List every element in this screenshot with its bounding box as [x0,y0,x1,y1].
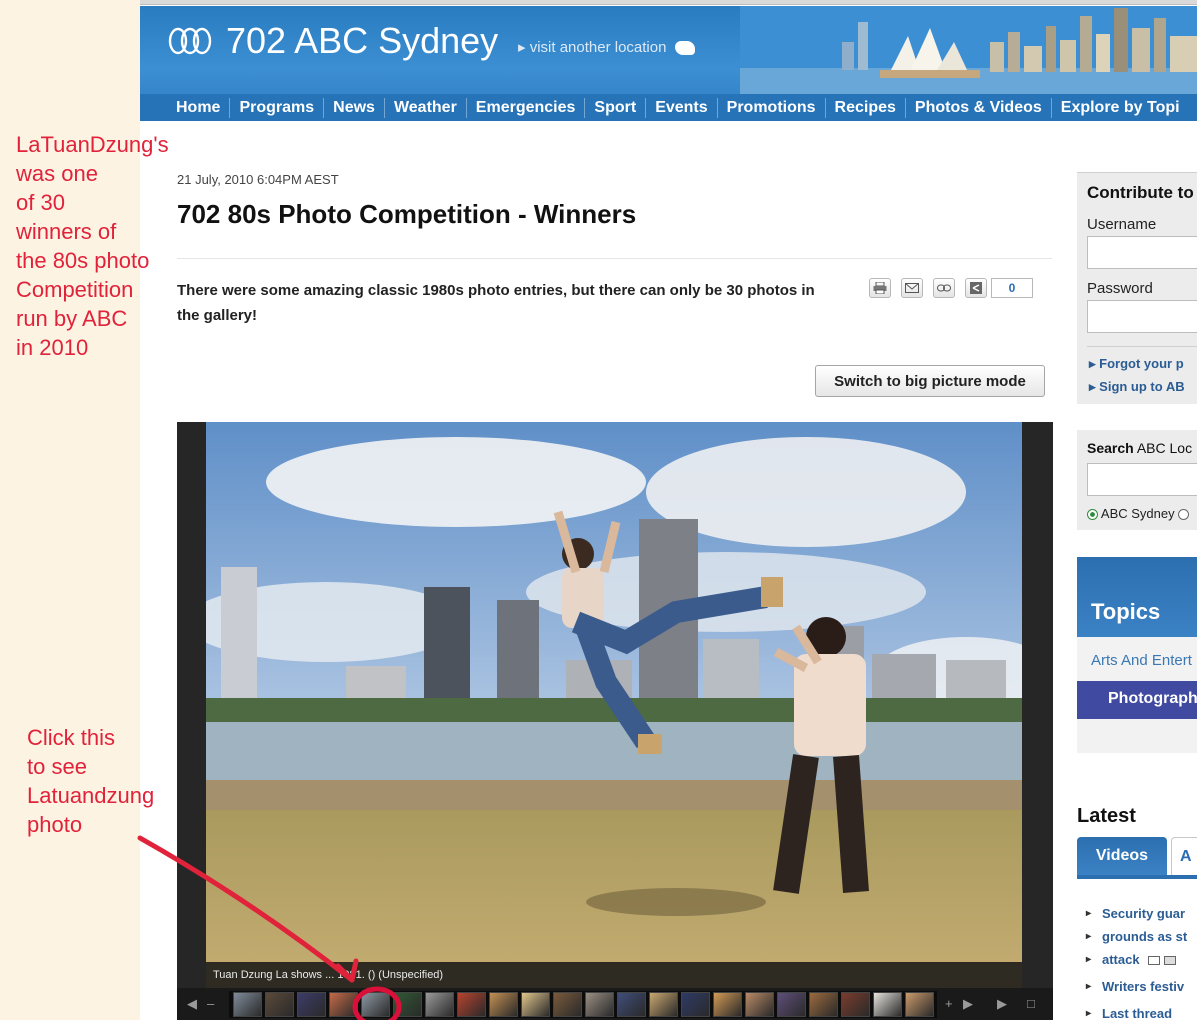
email-icon[interactable] [901,278,923,298]
gallery-thumbnail[interactable] [425,992,454,1017]
visit-location-label: visit another location [529,39,667,56]
search-scope-radio[interactable]: ABC Sydney [1087,506,1190,521]
nav-news[interactable]: News [324,97,385,118]
annotation-click-note: Click this to see Latuandzung photo [27,725,155,837]
login-title: Contribute to [1087,183,1194,202]
fullscreen-icon[interactable]: □ [1027,996,1035,1011]
gallery-thumbnail[interactable] [745,992,774,1017]
gallery-thumbnail[interactable] [841,992,870,1017]
gallery-thumbnail[interactable] [489,992,518,1017]
last-image-icon[interactable]: ▶ [963,996,973,1012]
triangle-bullet-icon: ▸ [1089,379,1096,394]
australia-map-icon [674,41,695,56]
login-panel: Contribute to Username Password ▸ Forgot… [1077,172,1197,404]
username-label: Username [1087,216,1157,233]
gallery-thumbnail[interactable] [681,992,710,1017]
print-icon[interactable] [869,278,891,298]
latest-item[interactable]: Last thread [1086,1002,1173,1020]
topics-header: Topics [1077,557,1197,637]
title-divider [177,258,1052,259]
big-picture-mode-button[interactable]: Switch to big picture mode [815,365,1045,397]
triangle-bullet-icon: ▸ [1089,356,1096,371]
search-panel: Search ABC Loc ABC Sydney [1077,430,1197,530]
tab-videos[interactable]: Videos [1077,837,1167,875]
topics-title: Topics [1091,599,1161,624]
search-title: Search ABC Loc [1087,440,1192,456]
gallery-thumbnail[interactable] [585,992,614,1017]
nav-explore-by-topic[interactable]: Explore by Topi [1052,98,1189,118]
article-date: 21 July, 2010 6:04PM AEST [177,172,339,187]
gallery-thumbnail[interactable] [553,992,582,1017]
nav-recipes[interactable]: Recipes [826,97,906,118]
radio-selected-icon[interactable] [1087,509,1098,521]
gallery-thumbnail[interactable] [809,992,838,1017]
forgot-password-label: Forgot your p [1099,356,1184,371]
video-icon [1163,956,1176,966]
latest-item-label: grounds as st [1102,929,1188,944]
latest-item-label: attack [1102,952,1140,967]
sign-up-label: Sign up to AB [1099,379,1185,394]
username-input[interactable] [1087,236,1197,269]
latest-title: Latest [1077,805,1136,827]
tab-next[interactable]: A [1171,837,1197,875]
gallery-thumbnail[interactable] [873,992,902,1017]
browser-top-line [0,0,1197,5]
gallery-thumbnail[interactable] [905,992,934,1017]
nav-weather[interactable]: Weather [385,97,467,118]
topic-photography-link[interactable]: Photograph [1108,690,1197,708]
radio-unselected-icon[interactable] [1178,509,1190,521]
login-divider [1087,346,1197,347]
latest-item[interactable]: Writers festiv [1086,975,1185,998]
nav-programs[interactable]: Programs [230,97,325,118]
sydney-skyline-banner [740,6,1197,94]
latest-item-label: Last thread [1102,1006,1173,1020]
gallery-thumbnail[interactable] [713,992,742,1017]
search-title-bold: Search [1087,440,1134,456]
camera-icon [1147,956,1160,966]
nav-photos-videos[interactable]: Photos & Videos [906,97,1052,118]
gallery-thumbnail[interactable] [457,992,486,1017]
topic-arts-link[interactable]: Arts And Entert [1091,652,1192,669]
password-label: Password [1087,280,1153,297]
latest-item-continued[interactable]: attack [1086,948,1176,971]
share-count: 0 [991,278,1033,298]
visit-location-link[interactable]: ▸ visit another location [518,38,695,56]
forgot-password-link[interactable]: ▸ Forgot your p [1089,356,1184,372]
link-icon[interactable] [933,278,955,298]
site-header: 702 ABC Sydney ▸ visit another location … [140,6,1197,121]
latest-item-label: Writers festiv [1102,979,1185,994]
latest-tabs: Videos A [1077,837,1197,879]
topics-panel: Topics Arts And Entert Photograph [1077,557,1197,753]
triangle-bullet-icon: ▸ [518,39,526,56]
article-intro: There were some amazing classic 1980s ph… [177,282,815,324]
abc-logo-icon[interactable] [168,26,212,56]
annotation-winner-note: LaTuanDzung's was one of 30 winners of t… [16,132,169,360]
article-tools: 0 [869,278,1033,298]
station-title[interactable]: 702 ABC Sydney [226,20,498,62]
password-input[interactable] [1087,300,1197,333]
gallery-thumbnail[interactable] [617,992,646,1017]
share-icon[interactable] [965,278,987,298]
search-input[interactable] [1087,463,1197,496]
nav-events[interactable]: Events [646,97,718,118]
nav-promotions[interactable]: Promotions [718,97,826,118]
search-option-label: ABC Sydney [1100,506,1175,521]
sign-up-link[interactable]: ▸ Sign up to AB [1089,379,1185,395]
latest-item[interactable]: Security guar [1086,902,1186,925]
nav-emergencies[interactable]: Emergencies [467,97,586,118]
search-title-rest: ABC Loc [1136,440,1193,456]
nav-home[interactable]: Home [168,97,231,118]
nav-sport[interactable]: Sport [585,97,647,118]
gallery-thumbnail[interactable] [649,992,678,1017]
zoom-in-icon[interactable]: + [945,996,953,1011]
gallery-thumbnail[interactable] [777,992,806,1017]
play-icon[interactable]: ▶ [997,996,1007,1012]
latest-item-continued[interactable]: grounds as st [1086,925,1188,948]
annotation-arrow [137,835,402,1020]
latest-item-label: Security guar [1102,906,1186,921]
gallery-thumbnail[interactable] [521,992,550,1017]
article-title: 702 80s Photo Competition - Winners [177,199,637,229]
main-navigation: Home Programs News Weather Emergencies S… [140,94,1197,121]
